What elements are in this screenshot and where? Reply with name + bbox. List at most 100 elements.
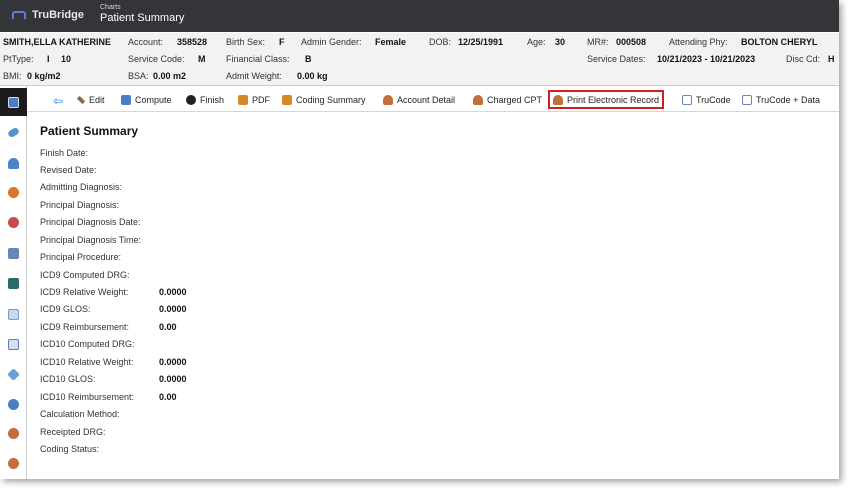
sidebar-item-patient[interactable] — [5, 155, 22, 172]
top-bar: TruBridge Charts Patient Summary — [0, 0, 839, 32]
sidebar-item-documents[interactable] — [5, 306, 22, 323]
print-electronic-record-button-label: Print Electronic Record — [567, 94, 660, 105]
vitals-icon — [8, 187, 19, 198]
dob-value: 12/25/1991 — [458, 37, 504, 47]
summary-toolbar: ⇦ Edit Compute Finish PDF Coding Summary… — [28, 88, 839, 112]
dob-label: DOB: — [429, 37, 452, 47]
admit-weight-value: 0.00 kg — [297, 71, 328, 81]
calculator-icon — [121, 95, 131, 105]
coding-summary-button-label: Coding Summary — [296, 95, 366, 105]
print-electronic-record-button[interactable]: Print Electronic Record — [548, 90, 665, 109]
patient-name: SMITH,ELLA KATHERINE — [3, 37, 111, 47]
trucode-button[interactable]: TruCode — [682, 92, 731, 108]
breadcrumb[interactable]: Charts — [100, 4, 121, 11]
finish-button[interactable]: Finish — [186, 92, 224, 108]
application-window: TruBridge Charts Patient Summary SMITH,E… — [0, 0, 839, 479]
pdf-button[interactable]: PDF — [238, 92, 270, 108]
calculator-icon — [8, 248, 19, 259]
account-value: 358528 — [177, 37, 208, 47]
person-icon — [8, 158, 19, 169]
mrn-value: 000508 — [616, 37, 647, 47]
sidebar-item-nursing[interactable] — [5, 214, 22, 231]
nurse-icon — [8, 217, 19, 228]
account-label: Account: — [128, 37, 164, 47]
service-dates-value: 10/21/2023 - 10/21/2023 — [657, 54, 756, 64]
bsa-value: 0.00 m2 — [153, 71, 187, 81]
sidebar-item-group-alt[interactable] — [5, 455, 22, 472]
financial-class-value: B — [305, 54, 312, 64]
sidebar-item-book[interactable] — [5, 275, 22, 292]
sidebar-item-group[interactable] — [5, 425, 22, 442]
check-icon — [186, 95, 196, 105]
user-icon — [473, 95, 483, 105]
financial-class-label: Financial Class: — [226, 54, 290, 64]
bsa-label: BSA: — [128, 71, 149, 81]
edit-icon — [76, 95, 86, 105]
trucode-icon — [742, 95, 752, 105]
chart-sidebar — [0, 86, 27, 479]
compute-button[interactable]: Compute — [121, 92, 172, 108]
brand-logo[interactable]: TruBridge — [12, 9, 84, 21]
mrn-label: MR#: — [587, 37, 609, 47]
attending-physician-value: BOLTON CHERYL — [741, 37, 818, 47]
account-detail-button[interactable]: Account Detail — [383, 92, 455, 108]
summary-title: Patient Summary — [40, 124, 139, 138]
charged-cpt-button-label: Charged CPT — [487, 95, 543, 105]
user-icon — [553, 94, 563, 105]
document-icon — [8, 309, 19, 320]
disc-cd-label: Disc Cd: — [786, 54, 821, 64]
back-arrow-icon[interactable]: ⇦ — [53, 94, 63, 108]
admin-gender-value: Female — [375, 37, 407, 47]
pill-icon — [6, 126, 21, 139]
trucode-icon — [682, 95, 692, 105]
logo-icon — [12, 11, 26, 19]
sidebar-item-patient-summary[interactable] — [0, 88, 27, 116]
pdf-icon — [238, 95, 248, 105]
brand-name: TruBridge — [32, 9, 84, 21]
patient-summary-panel: Patient Summary Finish Date: Revised Dat… — [40, 124, 187, 454]
sidebar-item-medications[interactable] — [5, 124, 22, 141]
service-dates-label: Service Dates: — [587, 54, 646, 64]
admin-gender-label: Admin Gender: — [301, 37, 362, 47]
page-title: Patient Summary — [100, 12, 185, 24]
patient-type-label: PtType: — [3, 54, 34, 64]
book-icon — [8, 278, 19, 289]
patient-summary-icon — [8, 96, 19, 108]
birth-sex-label: Birth Sex: — [226, 37, 266, 47]
admit-weight-label: Admit Weight: — [226, 71, 282, 81]
service-code-value: M — [198, 54, 206, 64]
edit-button-label: Edit — [89, 95, 105, 105]
disc-cd-value: H — [828, 54, 835, 64]
tag-icon — [7, 368, 20, 381]
trucode-data-button-label: TruCode + Data — [756, 95, 820, 105]
bmi-value: 0 kg/m2 — [27, 71, 61, 81]
age-value: 30 — [555, 37, 566, 47]
patient-type-value: I — [47, 54, 50, 64]
sidebar-item-reports[interactable] — [5, 336, 22, 353]
age-label: Age: — [527, 37, 546, 47]
compute-button-label: Compute — [135, 95, 172, 105]
service-code-label: Service Code: — [128, 54, 185, 64]
sidebar-item-calculator[interactable] — [5, 245, 22, 262]
group-icon — [8, 428, 19, 439]
charged-cpt-button[interactable]: Charged CPT — [473, 92, 542, 108]
sidebar-item-globe[interactable] — [5, 396, 22, 413]
report-icon — [8, 339, 19, 350]
finish-button-label: Finish — [200, 95, 225, 105]
attending-physician-label: Attending Phy: — [669, 37, 728, 47]
sidebar-item-vitals[interactable] — [5, 184, 22, 201]
globe-icon — [8, 399, 19, 410]
user-icon — [383, 95, 393, 105]
sidebar-item-tags[interactable] — [5, 366, 22, 383]
patient-demographics-banner: SMITH,ELLA KATHERINE Account: 358528 Bir… — [0, 33, 839, 86]
account-detail-button-label: Account Detail — [397, 95, 456, 105]
trucode-button-label: TruCode — [696, 95, 731, 105]
coding-summary-button[interactable]: Coding Summary — [282, 92, 366, 108]
edit-button[interactable]: Edit — [76, 92, 105, 108]
patient-type-code: 10 — [61, 54, 72, 64]
group-alt-icon — [8, 458, 19, 469]
bmi-label: BMI: — [3, 71, 22, 81]
trucode-data-button[interactable]: TruCode + Data — [742, 92, 820, 108]
pdf-icon — [282, 95, 292, 105]
birth-sex-value: F — [279, 37, 285, 47]
